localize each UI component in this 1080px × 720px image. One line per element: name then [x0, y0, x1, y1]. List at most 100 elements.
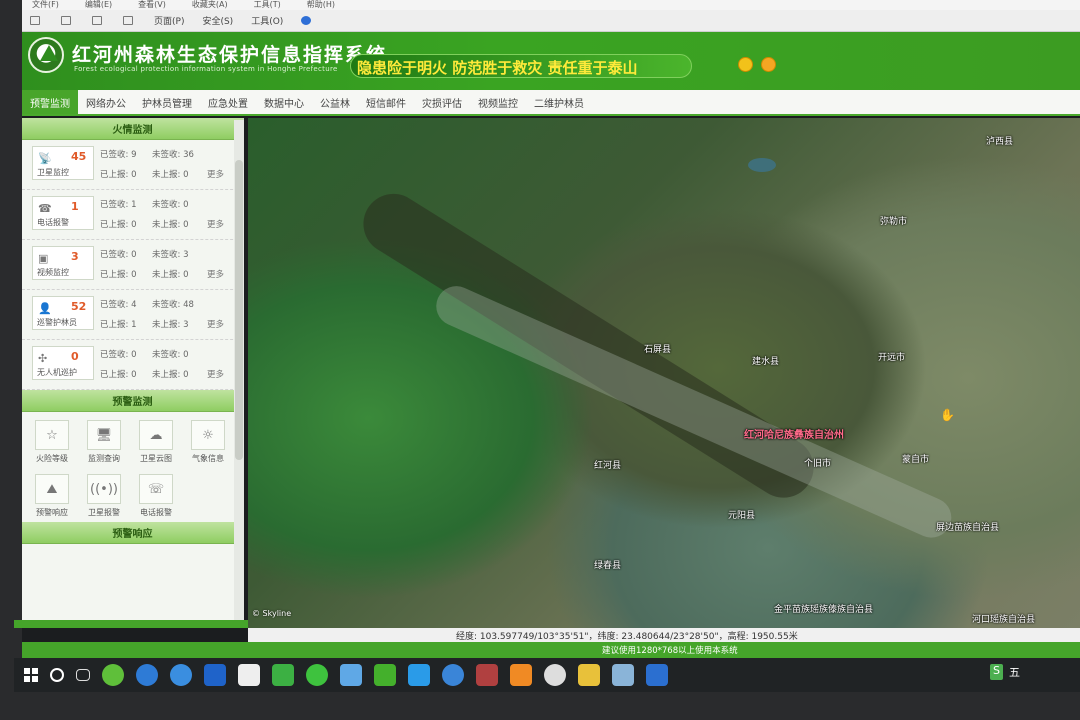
- nav-tab[interactable]: 护林员管理: [134, 90, 200, 114]
- fire-monitor-header[interactable]: 火情监测: [22, 118, 243, 140]
- map-place-label[interactable]: 蒙自市: [902, 452, 929, 465]
- search-icon[interactable]: [50, 668, 64, 682]
- alert-source-tile[interactable]: ▣ 3 视频监控: [32, 246, 94, 280]
- more-link[interactable]: 更多: [207, 368, 224, 380]
- browser2-icon[interactable]: [442, 664, 464, 686]
- alert-source-name: 电话报警: [37, 218, 69, 227]
- folder-icon[interactable]: [578, 664, 600, 686]
- print-button[interactable]: [123, 16, 136, 25]
- safety-menu[interactable]: 安全(S): [202, 14, 233, 27]
- nav-tab[interactable]: 预警监测: [22, 90, 78, 114]
- signed-count: 已签收: 0: [100, 250, 137, 260]
- wps-icon[interactable]: [272, 664, 294, 686]
- tool-button[interactable]: ☏ 电话报警: [136, 474, 176, 518]
- tool-button[interactable]: ☆ 火险等级: [32, 420, 72, 464]
- satellite-map[interactable]: 泸西县弥勒市石屏县建水县 开远市红河哈尼族彝族自治州个旧市 蒙自市 红河县元阳县屏边苗…: [248, 118, 1080, 628]
- map-place-label[interactable]: 红河哈尼族彝族自治州: [744, 426, 844, 441]
- tool-button[interactable]: ☼ 气象信息: [188, 420, 228, 464]
- tool-label: 卫星报警: [88, 508, 120, 517]
- warning-monitor-header[interactable]: 预警监测: [22, 390, 243, 412]
- map-place-label[interactable]: 河口瑶族自治县: [972, 612, 1035, 625]
- wechat-icon[interactable]: [306, 664, 328, 686]
- map-place-label[interactable]: 石屏县: [644, 342, 671, 355]
- tool-button[interactable]: ⛰ 预警响应: [32, 474, 72, 518]
- alert-source-tile[interactable]: 📡 45 卫星监控: [32, 146, 94, 180]
- more-link[interactable]: 更多: [207, 268, 224, 280]
- task-view-icon[interactable]: [76, 669, 90, 681]
- alert-source-tile[interactable]: ✣ 0 无人机巡护: [32, 346, 94, 380]
- map-place-label[interactable]: 屏边苗族自治县: [936, 520, 999, 533]
- cloud-app-icon[interactable]: [340, 664, 362, 686]
- telephone-icon: ☏: [139, 474, 173, 504]
- more-link[interactable]: 更多: [207, 168, 224, 180]
- app-blue-icon[interactable]: [612, 664, 634, 686]
- map-place-label[interactable]: 金平苗族瑶族傣族自治县: [774, 602, 873, 615]
- ime-indicator[interactable]: S五: [990, 664, 1020, 680]
- nav-tab[interactable]: 视频监控: [470, 90, 526, 114]
- browser-icon[interactable]: [170, 664, 192, 686]
- mail-button[interactable]: [92, 16, 105, 25]
- alert-row: 👤 52 巡警护林员 已签收: 4 未签收: 48 已上报: 1 未上报: 3 更多: [22, 290, 243, 340]
- sidebar-footer-strip: [14, 620, 248, 628]
- map-place-label[interactable]: 弥勒市: [880, 214, 907, 227]
- more-link[interactable]: 更多: [207, 218, 224, 230]
- app-white-icon[interactable]: [544, 664, 566, 686]
- map-place-label[interactable]: 泸西县: [986, 134, 1013, 147]
- footer-notice: 建议使用1280*768以上使用本系统: [22, 642, 1080, 658]
- browser-menu-item[interactable]: 文件(F): [32, 0, 59, 10]
- map-place-label[interactable]: 红河县: [594, 458, 621, 471]
- browser-menu-item[interactable]: 帮助(H): [307, 0, 335, 10]
- nav-tab[interactable]: 二维护林员: [526, 90, 592, 114]
- map-place-label[interactable]: 绿春县: [594, 558, 621, 571]
- tool-button[interactable]: ((•)) 卫星报警: [84, 474, 124, 518]
- alert-source-tile[interactable]: ☎ 1 电话报警: [32, 196, 94, 230]
- browser-menu-item[interactable]: 工具(T): [254, 0, 281, 10]
- nav-tab[interactable]: 数据中心: [256, 90, 312, 114]
- alert-source-tile[interactable]: 👤 52 巡警护林员: [32, 296, 94, 330]
- screen-bezel: [0, 0, 22, 692]
- feeds-button[interactable]: [61, 16, 74, 25]
- more-link[interactable]: 更多: [207, 318, 224, 330]
- windows-start-icon[interactable]: [24, 668, 38, 682]
- page-menu[interactable]: 页面(P): [154, 14, 184, 27]
- map-place-label[interactable]: 元阳县: [728, 508, 755, 521]
- user-icon[interactable]: [761, 57, 776, 72]
- unreported-count: 未上报: 0: [152, 370, 189, 380]
- cloud-icon: ☁: [139, 420, 173, 450]
- map-place-label[interactable]: 个旧市: [804, 456, 831, 469]
- settings-icon[interactable]: [738, 57, 753, 72]
- nav-tab[interactable]: 灾损评估: [414, 90, 470, 114]
- nav-tab[interactable]: 网络办公: [78, 90, 134, 114]
- media-icon[interactable]: [476, 664, 498, 686]
- app-360-icon[interactable]: [102, 664, 124, 686]
- app-orange-icon[interactable]: [510, 664, 532, 686]
- app-title: 红河州森林生态保护信息指挥系统: [72, 44, 388, 66]
- browser-menu-item[interactable]: 收藏夹(A): [192, 0, 228, 10]
- browser-menu-item[interactable]: 查看(V): [138, 0, 166, 10]
- tools-menu[interactable]: 工具(O): [251, 14, 283, 27]
- ie-icon[interactable]: [204, 664, 226, 686]
- app-paw-icon[interactable]: [646, 664, 668, 686]
- edge-icon[interactable]: [136, 664, 158, 686]
- chrome-icon[interactable]: [374, 664, 396, 686]
- tool-button[interactable]: ☁ 卫星云图: [136, 420, 176, 464]
- warning-response-header[interactable]: 预警响应: [22, 522, 243, 544]
- star-icon: ☆: [35, 420, 69, 450]
- alert-list: 📡 45 卫星监控 已签收: 9 未签收: 36 已上报: 0 未上报: 0 更多 ☎ 1 电话报警…: [22, 140, 243, 390]
- coordinate-readout: 经度: 103.597749/103°35'51"，纬度: 23.480644/…: [248, 628, 1080, 642]
- solitaire-icon[interactable]: [238, 664, 260, 686]
- map-place-label[interactable]: 开远市: [878, 350, 905, 363]
- nav-tab[interactable]: 短信邮件: [358, 90, 414, 114]
- tool-button[interactable]: 🖥 监测查询: [84, 420, 124, 464]
- help-button[interactable]: [301, 16, 314, 25]
- browser-menu-item[interactable]: 编辑(E): [85, 0, 112, 10]
- signed-count: 已签收: 0: [100, 350, 137, 360]
- nav-tab[interactable]: 应急处置: [200, 90, 256, 114]
- scroll-thumb[interactable]: [235, 160, 243, 460]
- nav-tab[interactable]: 公益林: [312, 90, 358, 114]
- home-icon: [30, 16, 40, 25]
- home-button[interactable]: [30, 16, 43, 25]
- word-icon[interactable]: [408, 664, 430, 686]
- sidebar-scrollbar[interactable]: [234, 120, 244, 620]
- map-place-label[interactable]: 建水县: [752, 354, 779, 367]
